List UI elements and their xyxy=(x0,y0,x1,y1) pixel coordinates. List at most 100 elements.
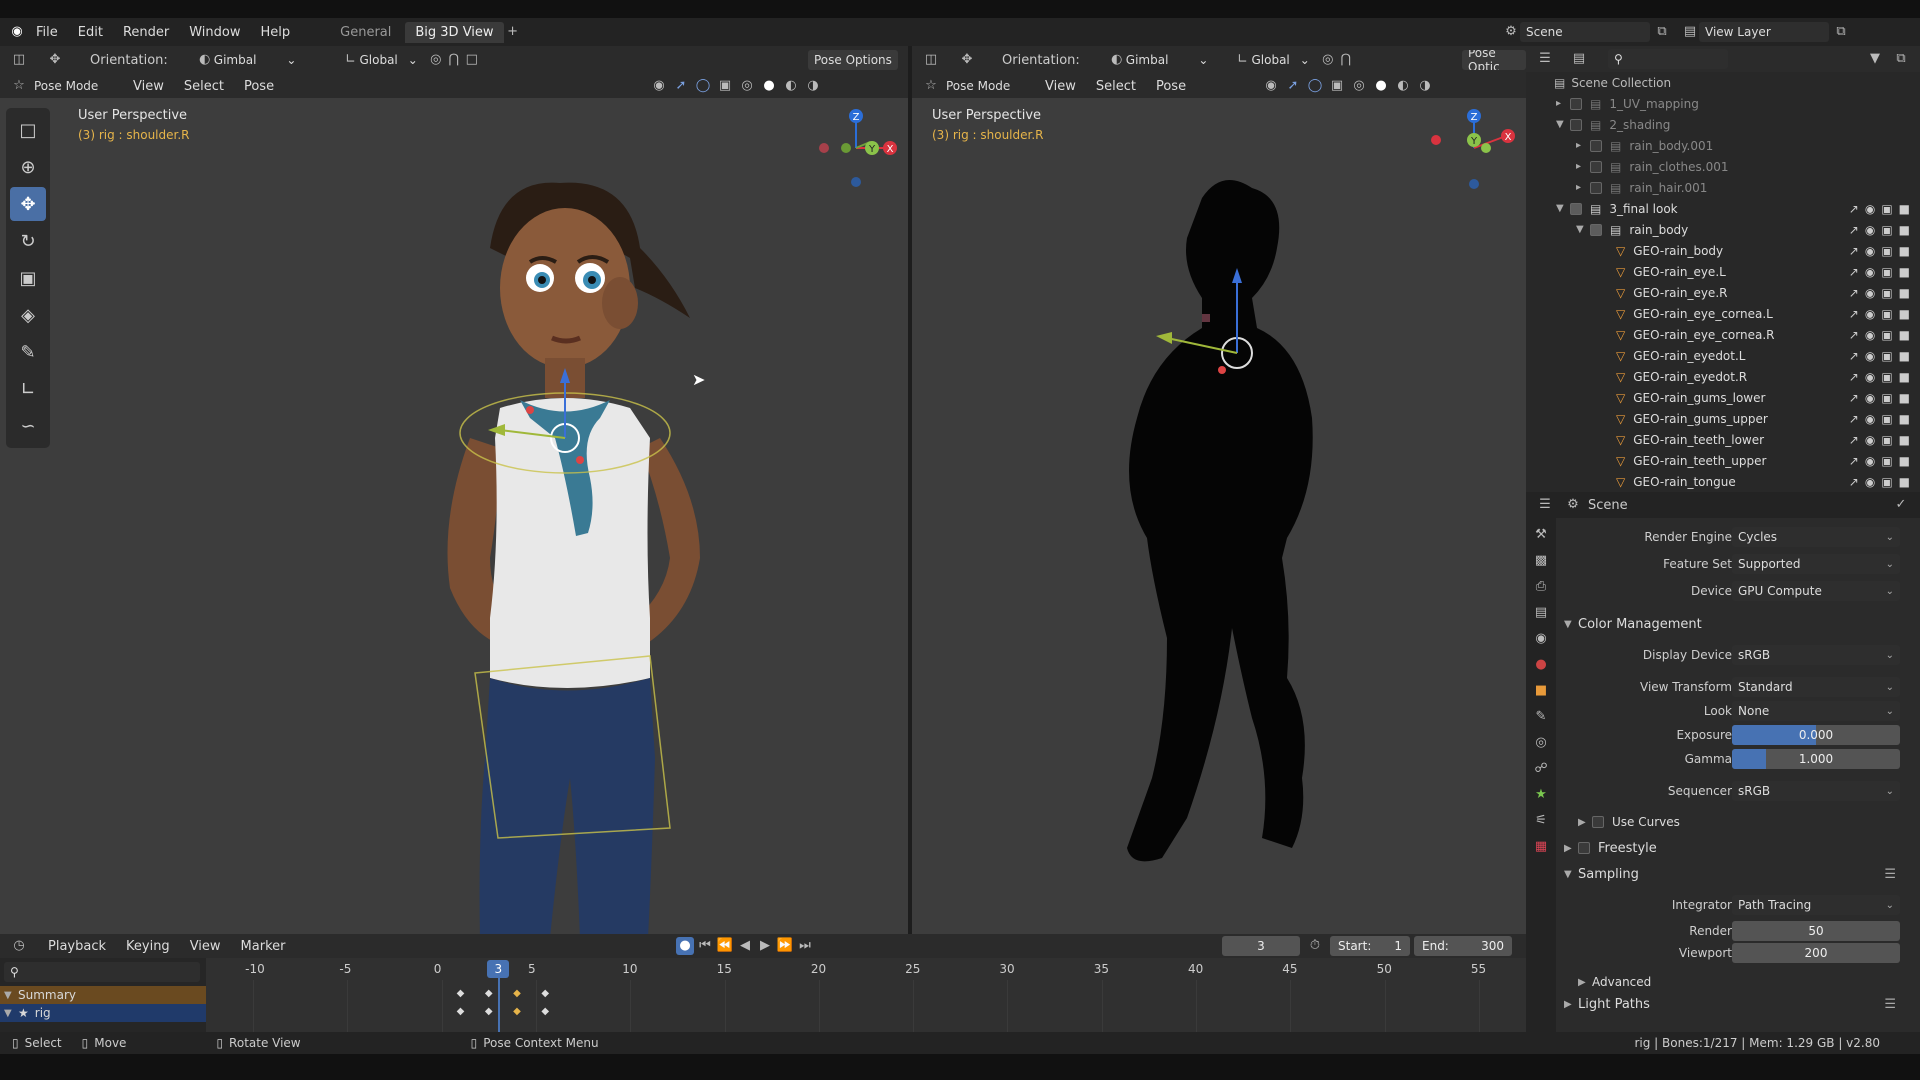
render-toggle-icon[interactable]: ■ xyxy=(1899,433,1910,447)
outliner-item[interactable]: ▽ GEO-rain_eye_cornea.R ↗ ◉ ▣ ■ xyxy=(1526,324,1920,345)
material-shading-icon-right[interactable]: ◐ xyxy=(1394,77,1412,95)
properties-editor-icon[interactable]: ☰ xyxy=(1536,496,1554,514)
view-layer-tab-icon[interactable]: ▤ xyxy=(1532,604,1550,622)
snap-icon[interactable]: ⋂ xyxy=(445,51,463,69)
annotate-tool[interactable]: ✎ xyxy=(10,335,46,369)
rotate-tool[interactable]: ↻ xyxy=(10,224,46,258)
channel-search[interactable]: ⚲ xyxy=(4,962,200,982)
scene-tab-icon[interactable]: ◉ xyxy=(1532,630,1550,648)
overlay-icon[interactable]: ◯ xyxy=(694,77,712,95)
xray-icon-right[interactable]: ▣ xyxy=(1328,77,1346,95)
current-frame-field[interactable]: 3 xyxy=(1222,936,1300,956)
pose-options-button-right[interactable]: Pose Optic xyxy=(1462,50,1526,70)
render-toggle-icon[interactable]: ■ xyxy=(1899,370,1910,384)
jump-end-icon[interactable]: ⏭ xyxy=(796,937,814,955)
snap-icon-right[interactable]: ⋂ xyxy=(1337,51,1355,69)
timeline-editor-icon[interactable]: ◷ xyxy=(10,937,28,955)
new-view-layer-icon[interactable]: ⧉ xyxy=(1832,23,1850,41)
outliner-item[interactable]: ▽ GEO-rain_eyedot.L ↗ ◉ ▣ ■ xyxy=(1526,345,1920,366)
gizmo-neg-z-right[interactable] xyxy=(1469,179,1479,189)
visibility-icon-right[interactable]: ◉ xyxy=(1262,77,1280,95)
select-box-tool[interactable]: □ xyxy=(10,113,46,147)
render-toggle-icon[interactable]: ■ xyxy=(1899,286,1910,300)
keyframe-icon[interactable]: ◆ xyxy=(513,1006,521,1017)
exclude-checkbox[interactable] xyxy=(1590,160,1602,173)
advanced-subpanel[interactable]: ▶ Advanced xyxy=(1556,970,1920,994)
exclude-checkbox[interactable] xyxy=(1570,118,1582,131)
sampling-panel-header[interactable]: ▼ Sampling ☰ xyxy=(1556,862,1920,886)
render-samples-field[interactable]: 50 xyxy=(1732,921,1900,941)
filter-icon[interactable]: ▼ xyxy=(1866,50,1884,68)
gizmo-neg-z[interactable] xyxy=(851,177,861,187)
exclude-checkbox[interactable] xyxy=(1570,97,1582,110)
tab-big-3d-view[interactable]: Big 3D View xyxy=(405,21,504,43)
use-curves-subpanel[interactable]: ▶ Use Curves xyxy=(1556,810,1920,834)
bone-tab-icon[interactable]: ⚟ xyxy=(1532,812,1550,830)
eye-icon[interactable]: ◉ xyxy=(1865,412,1875,426)
navigation-gizmo[interactable]: Z X Y xyxy=(808,104,904,194)
view-transform-dropdown[interactable]: Standard ⌄ xyxy=(1732,677,1900,697)
outliner-item[interactable]: ▽ GEO-rain_gums_lower ↗ ◉ ▣ ■ xyxy=(1526,387,1920,408)
transform-tool[interactable]: ◈ xyxy=(10,298,46,332)
start-frame-field[interactable]: Start: 1 xyxy=(1330,936,1410,956)
device-dropdown[interactable]: GPU Compute ⌄ xyxy=(1732,581,1900,601)
eye-icon[interactable]: ◉ xyxy=(1865,223,1875,237)
menu-window[interactable]: Window xyxy=(179,25,250,40)
gizmo-neg-y[interactable] xyxy=(841,143,851,153)
pose-options-button[interactable]: Pose Options xyxy=(808,50,898,70)
outliner-item[interactable]: ▸ ▤ rain_clothes.001 xyxy=(1526,156,1920,177)
navigation-gizmo-right[interactable]: Z X Y xyxy=(1426,104,1522,194)
select-toggle-icon[interactable]: ↗ xyxy=(1849,328,1859,342)
menu-pose-right[interactable]: Pose xyxy=(1146,79,1196,94)
render-toggle-icon[interactable]: ■ xyxy=(1899,244,1910,258)
pivot-icon[interactable]: ◎ xyxy=(427,51,445,69)
viewport-toggle-icon[interactable]: ▣ xyxy=(1881,454,1892,468)
constraints-tab-icon[interactable]: ☍ xyxy=(1532,760,1550,778)
menu-render[interactable]: Render xyxy=(113,25,179,40)
collapsed-arrow-icon[interactable]: ▸ xyxy=(1576,182,1590,193)
freestyle-panel-header[interactable]: ▶ Freestyle xyxy=(1556,836,1920,860)
outliner-item[interactable]: ▽ GEO-rain_eye.L ↗ ◉ ▣ ■ xyxy=(1526,261,1920,282)
texture-tab-icon[interactable]: ▦ xyxy=(1532,838,1550,856)
pin-icon[interactable]: ✓ xyxy=(1892,496,1910,514)
keyframe-icon[interactable]: ◆ xyxy=(457,988,465,999)
expanded-arrow-icon[interactable]: ▼ xyxy=(1576,224,1590,235)
move-tool[interactable]: ✥ xyxy=(10,187,46,221)
eye-icon[interactable]: ◉ xyxy=(1865,328,1875,342)
character-model[interactable] xyxy=(380,138,720,934)
modifiers-tab-icon[interactable]: ✎ xyxy=(1532,708,1550,726)
outliner-editor-icon[interactable]: ☰ xyxy=(1536,50,1554,68)
next-keyframe-icon[interactable]: ⏩ xyxy=(776,937,794,955)
viewport-samples-field[interactable]: 200 xyxy=(1732,943,1900,963)
menu-file[interactable]: File xyxy=(26,25,68,40)
outliner-item[interactable]: ▼ ▤ 2_shading xyxy=(1526,114,1920,135)
viewport-toggle-icon[interactable]: ▣ xyxy=(1881,202,1892,216)
select-toggle-icon[interactable]: ↗ xyxy=(1849,454,1859,468)
keyframe-icon[interactable]: ◆ xyxy=(541,1006,549,1017)
timeline-area[interactable]: -10 -5 0 5 10 15 20 25 30 35 40 45 50 55 3 ◆ ◆ ◆ ◆ ◆ ◆ ◆ ◆ xyxy=(206,958,1526,1032)
expanded-arrow-icon[interactable]: ▼ xyxy=(1556,203,1570,214)
rendered-shading-icon-right[interactable]: ◑ xyxy=(1416,77,1434,95)
menu-timeline-view[interactable]: View xyxy=(180,939,231,954)
render-toggle-icon[interactable]: ■ xyxy=(1899,349,1910,363)
light-paths-presets-icon[interactable]: ☰ xyxy=(1884,997,1896,1012)
menu-playback[interactable]: Playback xyxy=(38,939,116,954)
outliner-item[interactable]: ▽ GEO-rain_eye.R ↗ ◉ ▣ ■ xyxy=(1526,282,1920,303)
exposure-slider[interactable]: 0.000 xyxy=(1732,725,1900,745)
outliner-item[interactable]: ▽ GEO-rain_tongue ↗ ◉ ▣ ■ xyxy=(1526,471,1920,492)
color-management-panel-header[interactable]: ▼ Color Management xyxy=(1556,612,1920,636)
gizmo-neg-y-right[interactable] xyxy=(1481,143,1491,153)
render-toggle-icon[interactable]: ■ xyxy=(1899,223,1910,237)
end-frame-field[interactable]: End: 300 xyxy=(1414,936,1512,956)
eye-icon[interactable]: ◉ xyxy=(1865,454,1875,468)
eye-icon[interactable]: ◉ xyxy=(1865,475,1875,489)
keyframe-icon[interactable]: ◆ xyxy=(457,1006,465,1017)
outliner-item[interactable]: ▽ GEO-rain_gums_upper ↗ ◉ ▣ ■ xyxy=(1526,408,1920,429)
outliner-item[interactable]: ▽ GEO-rain_body ↗ ◉ ▣ ■ xyxy=(1526,240,1920,261)
measure-tool[interactable]: ∟ xyxy=(10,372,46,406)
outliner-item[interactable]: ▼ ▤ 3_final look ↗ ◉ ▣ ■ xyxy=(1526,198,1920,219)
outliner-item[interactable]: ▼ ▤ rain_body ↗ ◉ ▣ ■ xyxy=(1526,219,1920,240)
collapsed-arrow-icon[interactable]: ▸ xyxy=(1576,161,1590,172)
tool-tab-icon[interactable]: ⚒ xyxy=(1532,526,1550,544)
keyframe-icon[interactable]: ◆ xyxy=(513,988,521,999)
